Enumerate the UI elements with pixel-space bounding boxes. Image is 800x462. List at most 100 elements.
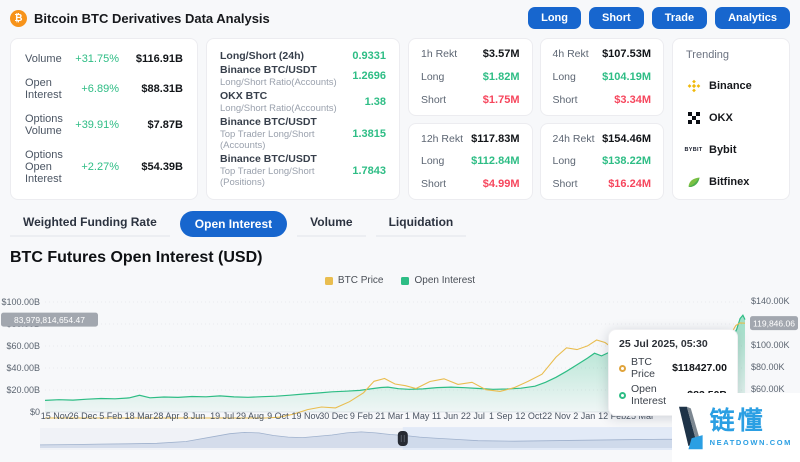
ratio-label: Binance BTC/USDT	[220, 64, 352, 76]
x-axis-tick: 1 May	[405, 411, 430, 421]
right-axis-badge-value: 119,846.06	[753, 319, 795, 329]
stat-row-volume[interactable]: Volume +31.75% $116.91B	[25, 53, 183, 65]
trending-item-bitfinex[interactable]: Bitfinex	[686, 174, 776, 189]
x-axis-tick: 12 Oct	[515, 411, 542, 421]
rekt-long-value: $1.82M	[483, 71, 520, 83]
left-axis-tick: $100.00B	[1, 297, 40, 307]
analytics-button[interactable]: Analytics	[715, 7, 790, 29]
x-axis-tick: 22 Nov	[542, 411, 571, 421]
tooltip-row-btc-price: BTC Price $118427.00	[619, 356, 727, 380]
short-button[interactable]: Short	[589, 7, 644, 29]
stat-label: Options Volume	[25, 113, 63, 137]
ratio-row[interactable]: Long/Short (24h) 0.9331	[220, 50, 386, 62]
trending-title: Trending	[686, 49, 776, 61]
open-interest-dot-icon	[619, 392, 626, 399]
btc-price-dot-icon	[619, 365, 626, 372]
chart-tabs: Weighted Funding Rate Open Interest Volu…	[10, 210, 790, 237]
neatdown-text: 链懂 NEATDOWN.COM	[710, 408, 792, 447]
ratio-row[interactable]: Binance BTC/USDT Top Trader Long/Short (…	[220, 116, 386, 151]
legend-item-btc-price[interactable]: BTC Price	[325, 275, 384, 286]
stat-value: $7.87B	[119, 119, 183, 131]
x-axis-tick: 29 Aug	[236, 411, 264, 421]
ratio-label: Binance BTC/USDT	[220, 153, 352, 165]
ratio-value: 1.3815	[352, 128, 386, 140]
ratio-label: Binance BTC/USDT	[220, 116, 352, 128]
rekt-long-value: $138.22M	[602, 155, 651, 167]
x-axis-tick: 15 Nov	[41, 411, 70, 421]
stat-label: Options Open Interest	[25, 149, 63, 185]
trending-item-label: OKX	[709, 112, 733, 124]
ratio-row[interactable]: OKX BTC Long/Short Ratio(Accounts) 1.38	[220, 90, 386, 114]
trending-item-okx[interactable]: OKX	[686, 110, 776, 125]
x-axis-tick: 18 Mar	[125, 411, 153, 421]
ratio-label: OKX BTC	[220, 90, 365, 102]
ratio-value: 0.9331	[352, 50, 386, 62]
rekt-card-24h[interactable]: 24h Rekt$154.46M Long$138.22M Short$16.2…	[540, 123, 665, 201]
x-axis-tick: 19 Jul	[210, 411, 234, 421]
long-button[interactable]: Long	[528, 7, 581, 29]
chart-legend: BTC Price Open Interest	[0, 275, 800, 286]
navigator-handle[interactable]	[398, 431, 408, 446]
neatdown-logo-icon	[679, 401, 703, 455]
legend-label: Open Interest	[414, 275, 475, 286]
x-axis-tick: 30 Dec	[319, 411, 348, 421]
volume-stats-card: Volume +31.75% $116.91B Open Interest +6…	[10, 38, 198, 200]
tab-weighted-funding-rate[interactable]: Weighted Funding Rate	[10, 210, 170, 237]
legend-item-open-interest[interactable]: Open Interest	[401, 275, 475, 286]
stat-change: +31.75%	[63, 53, 119, 65]
ratio-label: Long/Short (24h)	[220, 50, 352, 62]
left-axis-tick: $60.00B	[6, 341, 40, 351]
x-axis-tick: 26 Dec	[69, 411, 98, 421]
ratio-row[interactable]: Binance BTC/USDT Long/Short Ratio(Accoun…	[220, 64, 386, 88]
x-axis-tick: 2 Jan	[573, 411, 595, 421]
header-left: ₿ Bitcoin BTC Derivatives Data Analysis	[10, 10, 270, 27]
right-axis-tick: $140.00K	[751, 296, 790, 306]
rekt-cards: 1h Rekt$3.57M Long$1.82M Short$1.75M 4h …	[408, 38, 664, 200]
stat-row-options-open-interest[interactable]: Options Open Interest +2.27% $54.39B	[25, 149, 183, 185]
rekt-card-12h[interactable]: 12h Rekt$117.83M Long$112.84M Short$4.99…	[408, 123, 533, 201]
rekt-card-4h[interactable]: 4h Rekt$107.53M Long$104.19M Short$3.34M	[540, 38, 665, 116]
header-buttons: Long Short Trade Analytics	[528, 7, 790, 29]
tab-open-interest[interactable]: Open Interest	[180, 211, 287, 237]
rekt-long-label: Long	[421, 155, 444, 167]
stat-label: Open Interest	[25, 77, 63, 101]
tooltip-label: BTC Price	[631, 356, 667, 380]
trade-button[interactable]: Trade	[652, 7, 707, 29]
x-axis-tick: 11 Jun	[432, 411, 458, 421]
rekt-long-value: $104.19M	[602, 71, 651, 83]
tab-volume[interactable]: Volume	[297, 210, 365, 237]
long-short-ratios-card: Long/Short (24h) 0.9331 Binance BTC/USDT…	[206, 38, 400, 200]
bitfinex-icon	[686, 174, 701, 189]
rekt-total: $107.53M	[602, 48, 651, 60]
stat-row-open-interest[interactable]: Open Interest +6.89% $88.31B	[25, 77, 183, 101]
tooltip-datetime: 25 Jul 2025, 05:30	[619, 338, 727, 350]
page-title: Bitcoin BTC Derivatives Data Analysis	[34, 11, 270, 26]
stat-row-options-volume[interactable]: Options Volume +39.91% $7.87B	[25, 113, 183, 137]
rekt-title: 12h Rekt	[421, 133, 463, 145]
rekt-short-label: Short	[553, 94, 578, 106]
rekt-total: $3.57M	[483, 48, 520, 60]
tab-liquidation[interactable]: Liquidation	[376, 210, 467, 237]
ratio-value: 1.2696	[352, 70, 386, 82]
ratio-sublabel: Top Trader Long/Short (Positions)	[220, 166, 352, 188]
x-axis-tick: 28 Apr	[153, 411, 179, 421]
trending-item-binance[interactable]: Binance	[686, 78, 776, 93]
x-axis-tick: 19 Nov	[291, 411, 320, 421]
rekt-card-1h[interactable]: 1h Rekt$3.57M Long$1.82M Short$1.75M	[408, 38, 533, 116]
rekt-long-label: Long	[421, 71, 444, 83]
rekt-long-value: $112.84M	[471, 155, 519, 167]
ratio-row[interactable]: Binance BTC/USDT Top Trader Long/Short (…	[220, 153, 386, 188]
stat-value: $88.31B	[119, 83, 183, 95]
trending-card: Trending Binance OKX BYBIT Bybit	[672, 38, 790, 200]
okx-icon	[686, 110, 701, 125]
bybit-icon: BYBIT	[686, 142, 701, 157]
legend-label: BTC Price	[338, 275, 384, 286]
tooltip-value: $118427.00	[672, 362, 727, 374]
ratio-value: 1.38	[365, 96, 386, 108]
rekt-total: $117.83M	[471, 133, 519, 145]
trending-item-bybit[interactable]: BYBIT Bybit	[686, 142, 776, 157]
rekt-short-label: Short	[421, 178, 446, 190]
rekt-title: 1h Rekt	[421, 48, 457, 60]
neatdown-brand: 链懂	[710, 408, 766, 436]
trending-item-label: Bybit	[709, 144, 737, 156]
